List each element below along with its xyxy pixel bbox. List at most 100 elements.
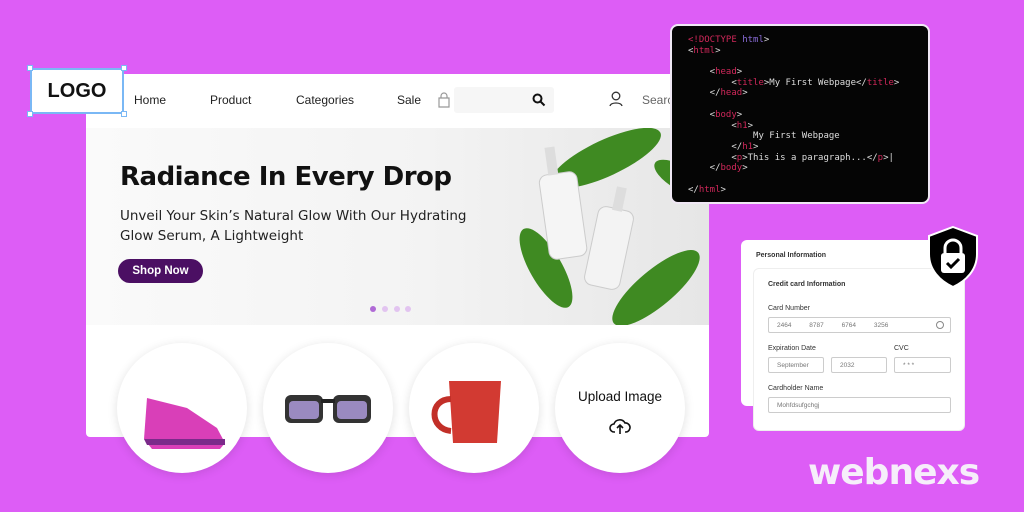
code-token: </: [688, 163, 721, 174]
resize-handle[interactable]: [121, 111, 127, 117]
code-token: html: [693, 45, 716, 56]
code-line: </html>: [688, 185, 912, 196]
code-line: My First Webpage: [688, 131, 912, 142]
upload-image-button[interactable]: Upload Image: [555, 343, 685, 473]
code-token: >: [736, 67, 743, 78]
search-icon[interactable]: [532, 93, 546, 107]
resize-handle[interactable]: [27, 65, 33, 71]
code-token: html: [742, 35, 764, 45]
resize-handle[interactable]: [121, 65, 127, 71]
product-mug[interactable]: [409, 343, 539, 473]
code-line: <h1>: [688, 121, 912, 132]
carousel-dot-1[interactable]: [370, 306, 376, 312]
section-title: Personal Information: [756, 252, 827, 259]
nav-home[interactable]: Home: [134, 93, 166, 107]
code-token: <: [688, 109, 716, 120]
upload-icon: [609, 419, 631, 434]
carousel-dot-2[interactable]: [382, 306, 388, 312]
code-token: >: [747, 120, 754, 131]
code-token: >: [720, 184, 726, 195]
product-sunglasses[interactable]: [263, 343, 393, 473]
radio-icon[interactable]: [936, 321, 944, 329]
search-input[interactable]: [454, 87, 554, 113]
code-token: >My First Webpage</: [763, 77, 867, 88]
product-sneaker[interactable]: [117, 343, 247, 473]
code-token: html: [698, 184, 721, 195]
security-shield-lock-icon: [928, 225, 978, 289]
code-line: <!DOCTYPE html>: [688, 35, 912, 46]
cvc-label: CVC: [894, 345, 909, 352]
card-number-input[interactable]: 2464 8787 6764 3256: [768, 317, 951, 333]
code-line: </h1>: [688, 142, 912, 153]
code-line: <p>This is a paragraph...</p>|: [688, 153, 912, 164]
code-token: </: [688, 141, 743, 152]
code-token: h1: [742, 141, 754, 152]
nav-sale[interactable]: Sale: [397, 93, 421, 107]
code-token: >: [763, 35, 770, 45]
code-line: <html>: [688, 46, 912, 57]
code-token: <!DOCTYPE: [688, 35, 743, 45]
shop-now-button[interactable]: Shop Now: [118, 259, 203, 283]
card-group: 3256: [873, 322, 889, 329]
card-group: 6764: [841, 322, 857, 329]
user-icon[interactable]: [609, 91, 623, 107]
nav-categories[interactable]: Categories: [296, 93, 354, 107]
navbar: Home Product Categories Sale Searc: [86, 74, 709, 128]
month-input[interactable]: September: [768, 357, 824, 373]
cardholder-label: Cardholder Name: [768, 385, 824, 392]
hero-subtitle: Unveil Your Skin’s Natural Glow With Our…: [120, 208, 467, 244]
upload-image-label: Upload Image: [577, 389, 663, 404]
code-token: >|: [883, 152, 894, 163]
shopping-bag-icon[interactable]: [438, 92, 450, 108]
code-line: <head>: [688, 67, 912, 78]
code-editor: <!DOCTYPE html> <html> <head> <title>My F…: [670, 24, 930, 204]
code-token: >: [736, 109, 743, 120]
code-token: <: [688, 67, 716, 78]
code-token: >: [893, 77, 900, 88]
code-line: </body>: [688, 163, 912, 174]
card-group: 8787: [809, 322, 824, 329]
hero-title: Radiance In Every Drop: [120, 162, 452, 192]
code-token: <: [688, 152, 737, 163]
carousel-dot-3[interactable]: [394, 306, 400, 312]
code-token: <: [688, 120, 737, 131]
code-token: body: [715, 109, 737, 120]
code-token: My First Webpage: [688, 131, 840, 142]
code-line: </head>: [688, 88, 912, 99]
form-title: Credit card Information: [768, 281, 846, 288]
code-token: body: [720, 163, 743, 174]
credit-card-form: Credit card Information Card Number 2464…: [753, 268, 965, 431]
code-token: title: [866, 77, 894, 88]
code-line: <title>My First Webpage</title>: [688, 78, 912, 89]
code-token: <: [688, 77, 737, 88]
code-token: </: [688, 88, 721, 99]
code-token: title: [736, 77, 764, 88]
nav-product[interactable]: Product: [210, 93, 251, 107]
card-number-label: Card Number: [768, 305, 811, 312]
cardholder-input[interactable]: Mohfdsufgchgj: [768, 397, 951, 413]
code-token: >: [753, 141, 759, 152]
search-label[interactable]: Searc: [642, 93, 673, 107]
code-token: head: [720, 88, 743, 99]
sneaker-image: [144, 398, 225, 449]
logo[interactable]: LOGO: [30, 68, 124, 114]
year-input[interactable]: 2032: [831, 357, 887, 373]
code-token: head: [715, 67, 737, 78]
code-token: </: [688, 184, 699, 195]
code-token: >: [715, 45, 721, 56]
code-token: >: [742, 163, 748, 174]
carousel-dot-4[interactable]: [405, 306, 411, 312]
code-token: >This is a paragraph...</: [742, 152, 878, 163]
resize-handle[interactable]: [27, 111, 33, 117]
expiration-label: Expiration Date: [768, 345, 816, 352]
code-token: h1: [736, 120, 748, 131]
code-token: >: [742, 88, 748, 99]
sunglasses-image: [285, 395, 371, 423]
hero-banner: Radiance In Every Drop Unveil Your Skin’…: [86, 128, 709, 325]
cvc-input[interactable]: * * *: [894, 357, 951, 373]
code-line: <body>: [688, 110, 912, 121]
mug-image: [431, 381, 501, 443]
